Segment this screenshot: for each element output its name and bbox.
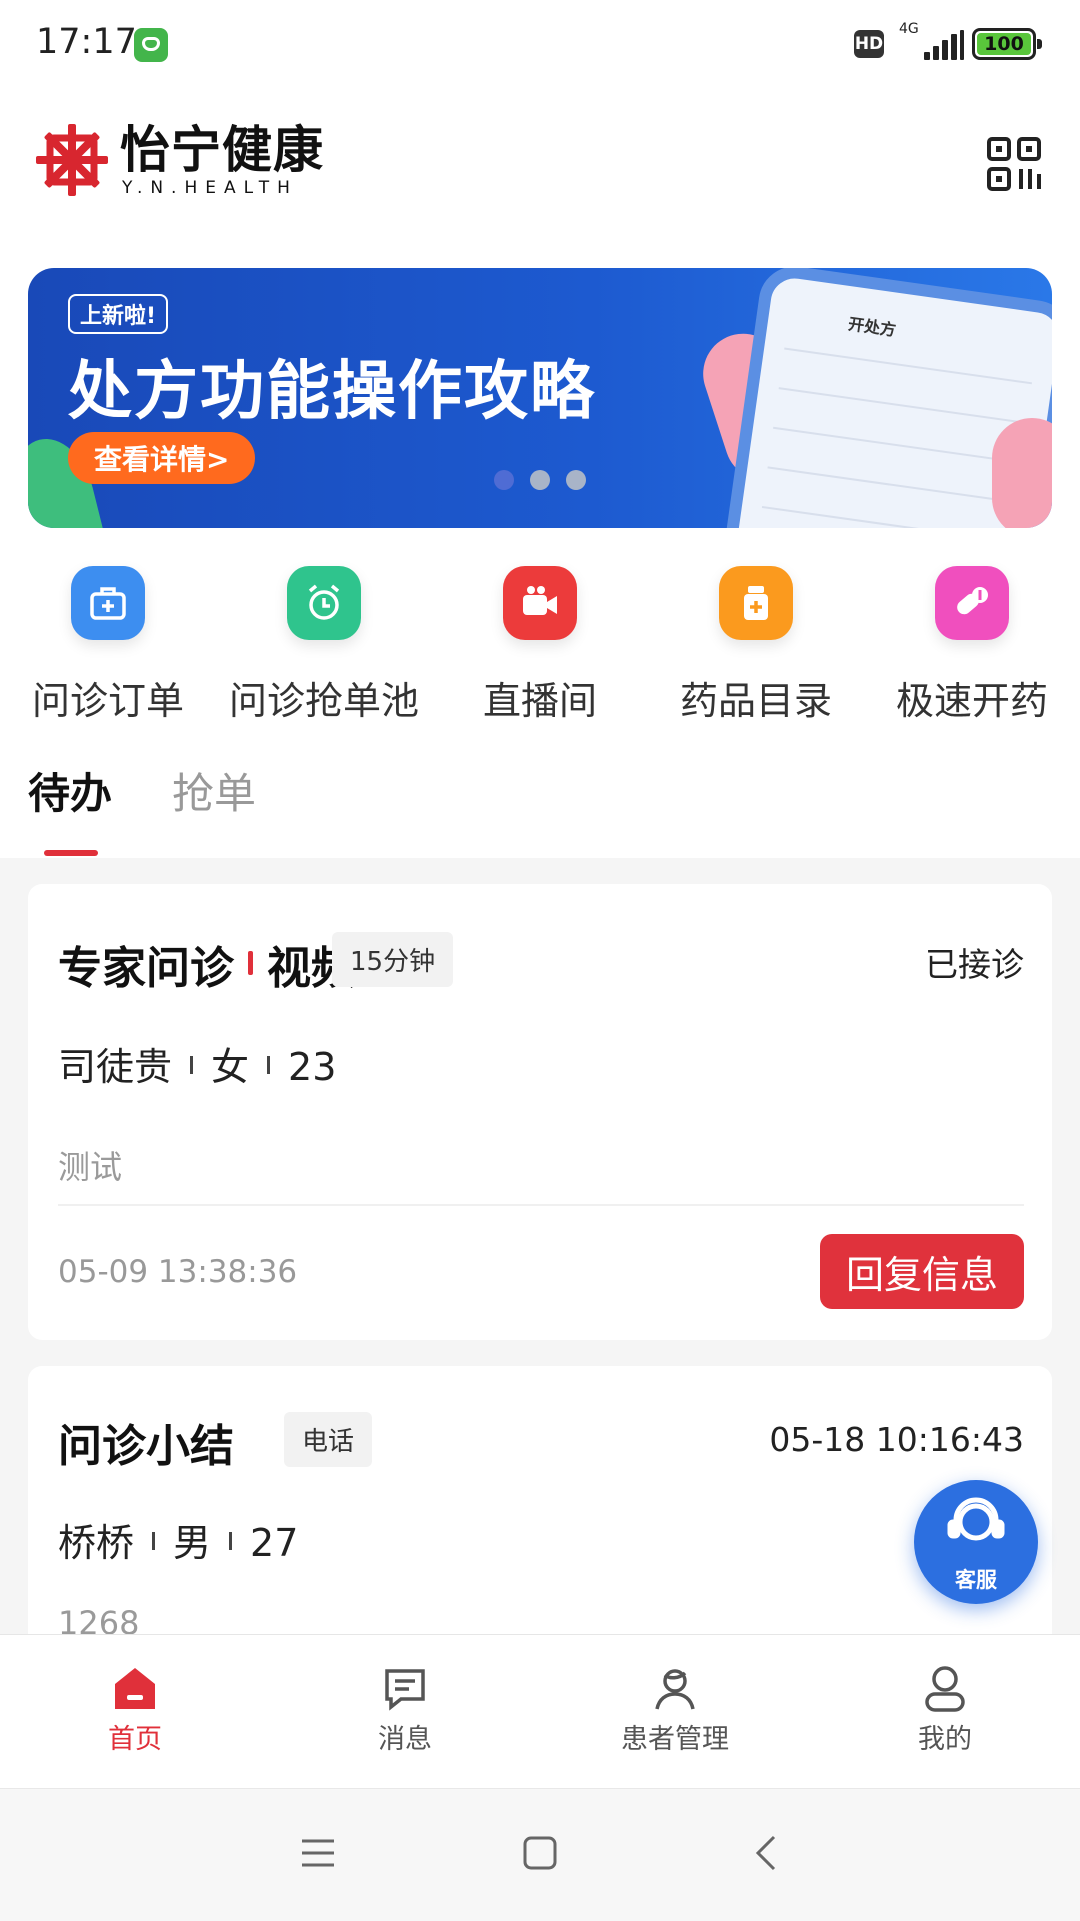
nav-profile[interactable]: 我的 bbox=[810, 1665, 1080, 1756]
nav-label: 患者管理 bbox=[621, 1724, 729, 1755]
quick-action-drug-catalog[interactable]: 药品目录 bbox=[648, 566, 864, 725]
carousel-dot[interactable] bbox=[566, 470, 586, 490]
consult-note: 测试 bbox=[58, 1148, 123, 1186]
carousel-dot[interactable] bbox=[530, 470, 550, 490]
card-title: 问诊小结 bbox=[58, 1421, 234, 1472]
profile-icon bbox=[925, 1666, 965, 1712]
medicine-bottle-icon bbox=[719, 566, 793, 640]
status-time: 17:17 bbox=[36, 22, 137, 62]
duration-tag: 15分钟 bbox=[332, 932, 454, 987]
hand-decoration bbox=[992, 418, 1052, 528]
patient-gender: 男 bbox=[173, 1521, 212, 1565]
consult-card[interactable]: 专家问诊 视频 15分钟 已接诊 司徒贵女 23 测试 05-09 13:38:36… bbox=[28, 884, 1052, 1340]
app-notification-icon bbox=[134, 28, 168, 62]
tab-grab-order[interactable]: 抢单 bbox=[172, 760, 256, 821]
patient-age: 23 bbox=[288, 1045, 337, 1089]
patient-gender: 女 bbox=[211, 1045, 250, 1089]
patient-name: 司徒贵 bbox=[58, 1045, 173, 1089]
home-square-icon[interactable] bbox=[522, 1835, 558, 1871]
nav-patient-management[interactable]: 患者管理 bbox=[540, 1665, 810, 1756]
quick-action-label: 极速开药 bbox=[895, 679, 1048, 723]
active-tab-indicator bbox=[44, 850, 98, 856]
banner-tag: 上新啦! bbox=[68, 294, 169, 334]
quick-action-label: 问诊订单 bbox=[31, 679, 184, 723]
quick-actions: 问诊订单 问诊抢单池 直播间 药品目录 极速开药 bbox=[0, 566, 1080, 726]
nav-label: 消息 bbox=[378, 1724, 432, 1755]
title-separator bbox=[248, 951, 253, 975]
summary-time: 05-18 10:16:43 bbox=[769, 1420, 1024, 1459]
menu-icon[interactable] bbox=[300, 1835, 336, 1871]
qr-code-icon[interactable] bbox=[986, 136, 1042, 192]
nav-label: 我的 bbox=[918, 1724, 972, 1755]
call-type-tag: 电话 bbox=[284, 1412, 373, 1467]
card-divider bbox=[58, 1204, 1024, 1206]
battery-level: 100 bbox=[984, 33, 1024, 55]
brand-subtitle: Y.N.HEALTH bbox=[122, 178, 298, 198]
promo-banner[interactable]: 开处方 上新啦! 处方功能操作攻略 查看详情> bbox=[28, 268, 1052, 528]
banner-detail-button[interactable]: 查看详情> bbox=[68, 432, 256, 484]
home-icon bbox=[115, 1668, 155, 1709]
system-navigation-bar bbox=[0, 1788, 1080, 1921]
quick-action-order-pool[interactable]: 问诊抢单池 bbox=[216, 566, 432, 725]
back-icon[interactable] bbox=[750, 1835, 786, 1871]
quick-action-consult-orders[interactable]: 问诊订单 bbox=[0, 566, 216, 725]
message-icon bbox=[385, 1669, 425, 1711]
quick-action-label: 问诊抢单池 bbox=[228, 679, 419, 723]
patient-name: 桥桥 bbox=[58, 1521, 135, 1565]
nav-home[interactable]: 首页 bbox=[0, 1665, 270, 1756]
quick-action-label: 药品目录 bbox=[679, 679, 832, 723]
task-tabs: 待办 抢单 bbox=[0, 760, 1080, 858]
nav-label: 首页 bbox=[108, 1724, 162, 1755]
patient-icon bbox=[655, 1669, 695, 1710]
network-type: 4G bbox=[899, 21, 919, 37]
headset-icon bbox=[947, 1497, 1005, 1541]
carousel-indicator bbox=[494, 470, 602, 494]
consult-status: 已接诊 bbox=[925, 945, 1024, 984]
quick-action-live-room[interactable]: 直播间 bbox=[432, 566, 648, 725]
status-bar: 17:17 HD 4G 100 bbox=[0, 0, 1080, 90]
hd-icon: HD bbox=[854, 30, 884, 58]
video-camera-icon bbox=[503, 566, 577, 640]
bottom-navigation: 首页 消息 患者管理 我的 bbox=[0, 1634, 1080, 1789]
patient-age: 27 bbox=[250, 1521, 299, 1565]
nav-messages[interactable]: 消息 bbox=[270, 1665, 540, 1756]
consult-time: 05-09 13:38:36 bbox=[58, 1254, 298, 1290]
reply-message-button[interactable]: 回复信息 bbox=[819, 1234, 1024, 1309]
phone-illustration-title: 开处方 bbox=[847, 314, 898, 340]
battery-icon: 100 bbox=[972, 28, 1042, 60]
carousel-dot[interactable] bbox=[494, 470, 514, 490]
signal-icon bbox=[924, 30, 964, 60]
banner-title: 处方功能操作攻略 bbox=[68, 355, 596, 429]
brand-logo-icon bbox=[36, 124, 108, 196]
customer-service-label: 客服 bbox=[955, 1568, 997, 1592]
medical-kit-icon bbox=[71, 566, 145, 640]
customer-service-button[interactable]: 客服 bbox=[914, 1480, 1038, 1604]
patient-info: 司徒贵女 23 bbox=[58, 1036, 336, 1091]
card-title: 专家问诊 视频 bbox=[58, 932, 355, 996]
card-title-type: 专家问诊 bbox=[58, 943, 234, 994]
patient-info: 桥桥男 27 bbox=[58, 1512, 298, 1567]
brand-name: 怡宁健康 bbox=[120, 121, 324, 179]
alarm-clock-icon bbox=[287, 566, 361, 640]
quick-action-fast-prescribe[interactable]: 极速开药 bbox=[864, 566, 1080, 725]
pills-icon bbox=[935, 566, 1009, 640]
quick-action-label: 直播间 bbox=[482, 679, 597, 723]
tab-todo[interactable]: 待办 bbox=[28, 760, 112, 821]
